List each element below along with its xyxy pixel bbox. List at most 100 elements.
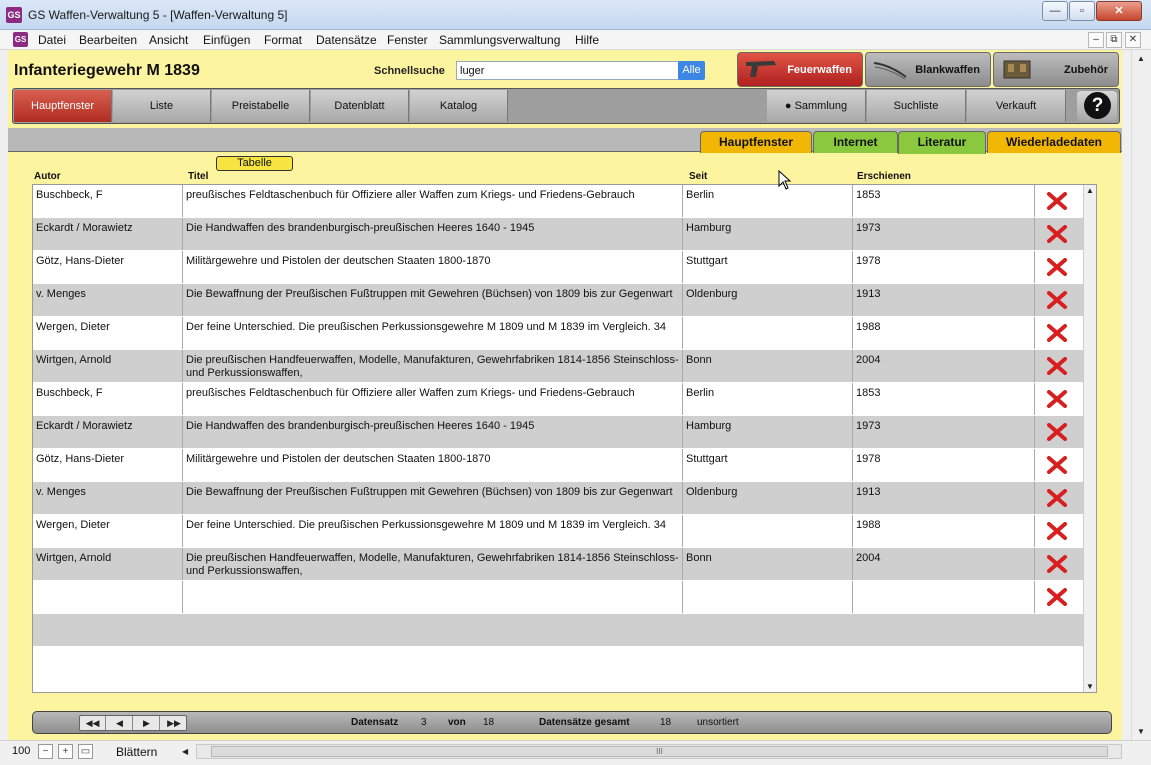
delete-row-button[interactable] xyxy=(1035,251,1084,283)
tab-internet[interactable]: Internet xyxy=(813,131,898,153)
delete-row-button[interactable] xyxy=(1035,350,1084,382)
menu-ansicht[interactable]: Ansicht xyxy=(149,33,188,47)
category-feuerwaffen-button[interactable]: Feuerwaffen xyxy=(737,52,863,87)
table-row[interactable] xyxy=(33,647,1084,680)
cell-erschienen[interactable]: 1978 xyxy=(853,251,1035,283)
nav-preistabelle[interactable]: Preistabelle xyxy=(212,90,310,122)
cell-erschienen[interactable]: 1853 xyxy=(853,185,1035,217)
close-button[interactable]: ✕ xyxy=(1096,1,1142,21)
cell-erschienen[interactable]: 1988 xyxy=(853,515,1035,547)
cell-titel[interactable]: Der feine Unterschied. Die preußischen P… xyxy=(183,515,683,547)
delete-row-button[interactable] xyxy=(1035,383,1084,415)
table-vertical-scrollbar[interactable]: ▲ ▼ xyxy=(1083,185,1096,692)
table-row[interactable]: Wirtgen, Arnold Die preußischen Handfeuer… xyxy=(33,548,1084,581)
cell-titel[interactable]: preußisches Feldtaschenbuch für Offizier… xyxy=(183,185,683,217)
table-row[interactable]: v. Menges Die Bewaffnung der Preußischen … xyxy=(33,482,1084,515)
cell-autor[interactable]: Buschbeck, F xyxy=(33,383,183,415)
cell-seit[interactable] xyxy=(683,317,853,349)
mode-arrow-icon[interactable]: ◀ xyxy=(182,747,188,756)
cell-autor[interactable]: Wergen, Dieter xyxy=(33,515,183,547)
quicksearch-all-button[interactable]: Alle xyxy=(678,61,705,80)
menu-fenster[interactable]: Fenster xyxy=(387,33,428,47)
cell-autor[interactable]: Wirtgen, Arnold xyxy=(33,548,183,580)
zoom-out-icon[interactable]: − xyxy=(38,744,53,759)
zoom-level[interactable]: 100 xyxy=(12,745,30,757)
delete-row-button[interactable] xyxy=(1035,218,1084,250)
layout-toggle-icon[interactable]: ▭ xyxy=(78,744,93,759)
nav-hauptfenster[interactable]: Hauptfenster xyxy=(14,90,112,122)
cell-titel[interactable]: Die Handwaffen des brandenburgisch-preuß… xyxy=(183,416,683,448)
zoom-in-icon[interactable]: + xyxy=(58,744,73,759)
table-row[interactable]: Wergen, Dieter Der feine Unterschied. Die… xyxy=(33,515,1084,548)
menu-einfuegen[interactable]: Einfügen xyxy=(203,33,250,47)
delete-row-button[interactable] xyxy=(1035,416,1084,448)
horizontal-scroll-thumb[interactable]: III xyxy=(211,746,1108,757)
horizontal-scrollbar[interactable]: III xyxy=(196,744,1122,759)
tab-wiederladedaten[interactable]: Wiederladedaten xyxy=(987,131,1121,153)
menu-datensaetze[interactable]: Datensätze xyxy=(316,33,377,47)
cell-titel[interactable]: Die preußischen Handfeuerwaffen, Modelle… xyxy=(183,350,683,382)
cell-autor[interactable]: Eckardt / Morawietz xyxy=(33,218,183,250)
cell-erschienen[interactable]: 1973 xyxy=(853,218,1035,250)
cell-autor[interactable]: v. Menges xyxy=(33,482,183,514)
delete-row-button[interactable] xyxy=(1035,185,1084,217)
cell-seit[interactable]: Hamburg xyxy=(683,416,853,448)
first-record-icon[interactable]: ◀◀ xyxy=(80,716,106,730)
cell-titel[interactable]: Die Bewaffnung der Preußischen Fußtruppe… xyxy=(183,482,683,514)
delete-row-button[interactable] xyxy=(1035,548,1084,580)
table-row[interactable]: Götz, Hans-Dieter Militärgewehre und Pist… xyxy=(33,251,1084,284)
cell-seit[interactable] xyxy=(683,515,853,547)
cell-titel[interactable]: preußisches Feldtaschenbuch für Offizier… xyxy=(183,383,683,415)
mdi-close-button[interactable]: ✕ xyxy=(1125,32,1141,48)
nav-katalog[interactable]: Katalog xyxy=(410,90,508,122)
menu-format[interactable]: Format xyxy=(264,33,302,47)
prev-record-icon[interactable]: ◀ xyxy=(107,716,133,730)
cell-erschienen[interactable] xyxy=(853,581,1035,613)
delete-row-button[interactable] xyxy=(1035,482,1084,514)
menu-sammlungsverwaltung[interactable]: Sammlungsverwaltung xyxy=(439,33,560,47)
table-row[interactable]: Buschbeck, Fpreußisches Feldtaschenbuch … xyxy=(33,383,1084,416)
app-icon[interactable]: GS xyxy=(6,7,22,23)
nav-sammlung[interactable]: ● Sammlung xyxy=(767,90,866,122)
cell-autor[interactable]: Eckardt / Morawietz xyxy=(33,416,183,448)
cell-autor[interactable]: Wirtgen, Arnold xyxy=(33,350,183,382)
cell-seit[interactable]: Bonn xyxy=(683,350,853,382)
table-row[interactable]: Eckardt / Morawietz Die Handwaffen des br… xyxy=(33,416,1084,449)
cell-seit[interactable]: Stuttgart xyxy=(683,449,853,481)
cell-erschienen[interactable]: 1973 xyxy=(853,416,1035,448)
delete-row-button[interactable] xyxy=(1035,284,1084,316)
nav-suchliste[interactable]: Suchliste xyxy=(867,90,966,122)
quicksearch-input[interactable] xyxy=(456,61,682,80)
document-icon[interactable]: GS xyxy=(13,32,28,47)
scroll-up-icon[interactable]: ▲ xyxy=(1086,186,1094,195)
nav-verkauft[interactable]: Verkauft xyxy=(967,90,1066,122)
table-row[interactable]: Götz, Hans-Dieter Militärgewehre und Pist… xyxy=(33,449,1084,482)
cell-titel[interactable]: Der feine Unterschied. Die preußischen P… xyxy=(183,317,683,349)
minimize-button[interactable]: — xyxy=(1042,1,1068,21)
cell-titel[interactable]: Die preußischen Handfeuerwaffen, Modelle… xyxy=(183,548,683,580)
delete-row-button[interactable] xyxy=(1035,581,1084,613)
cell-autor[interactable]: Götz, Hans-Dieter xyxy=(33,251,183,283)
cell-titel[interactable]: Die Bewaffnung der Preußischen Fußtruppe… xyxy=(183,284,683,316)
menu-hilfe[interactable]: Hilfe xyxy=(575,33,599,47)
cell-seit[interactable]: Berlin xyxy=(683,383,853,415)
cell-seit[interactable]: Oldenburg xyxy=(683,284,853,316)
table-row[interactable]: v. Menges Die Bewaffnung der Preußischen … xyxy=(33,284,1084,317)
table-row[interactable] xyxy=(33,581,1084,614)
delete-row-button[interactable] xyxy=(1035,449,1084,481)
window-scroll-down-icon[interactable]: ▼ xyxy=(1137,727,1145,736)
cell-erschienen[interactable]: 2004 xyxy=(853,548,1035,580)
cell-seit[interactable]: Bonn xyxy=(683,548,853,580)
cell-titel[interactable]: Militärgewehre und Pistolen der deutsche… xyxy=(183,251,683,283)
cell-erschienen[interactable]: 1853 xyxy=(853,383,1035,415)
cell-autor[interactable]: Götz, Hans-Dieter xyxy=(33,449,183,481)
mode-label[interactable]: Blättern xyxy=(116,745,157,759)
cell-seit[interactable] xyxy=(683,581,853,613)
cell-seit[interactable]: Berlin xyxy=(683,185,853,217)
mdi-minimize-button[interactable]: – xyxy=(1088,32,1104,48)
tabelle-button[interactable]: Tabelle xyxy=(216,156,293,171)
cell-erschienen[interactable]: 1913 xyxy=(853,482,1035,514)
window-scroll-up-icon[interactable]: ▲ xyxy=(1137,54,1145,63)
cell-autor[interactable]: Buschbeck, F xyxy=(33,185,183,217)
menu-bearbeiten[interactable]: Bearbeiten xyxy=(79,33,137,47)
